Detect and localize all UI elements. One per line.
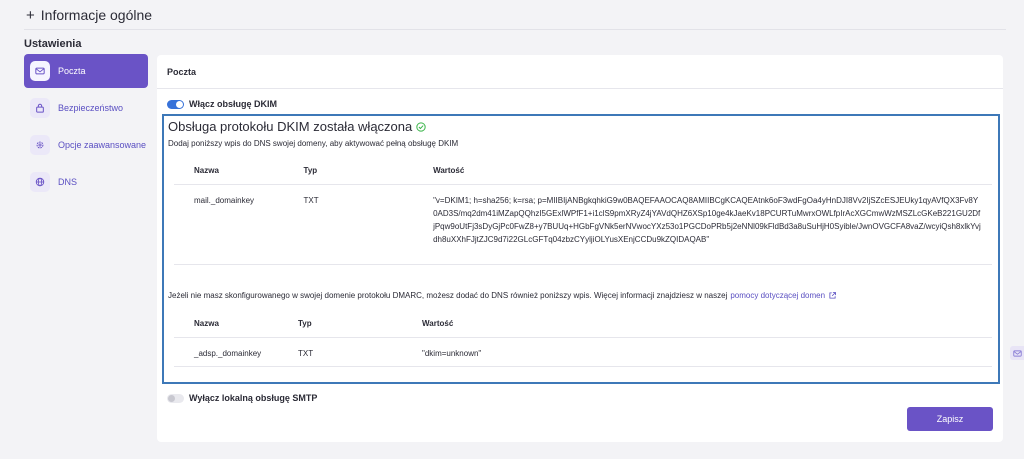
settings-sidebar: Poczta Bezpieczeństwo Opcje zaawansowane… bbox=[24, 54, 148, 202]
sidebar-item-label: Poczta bbox=[58, 66, 86, 76]
dkim-toggle[interactable] bbox=[167, 99, 184, 109]
settings-heading: Ustawienia bbox=[24, 38, 82, 50]
smtp-toggle-row[interactable]: Wyłącz lokalną obsługę SMTP bbox=[167, 393, 317, 403]
sidebar-item-label: DNS bbox=[58, 177, 78, 187]
smtp-toggle-label: Wyłącz lokalną obsługę SMTP bbox=[189, 393, 318, 403]
dkim-status-title: Obsługa protokołu DKIM została włączona bbox=[168, 119, 426, 134]
column-header-value: Wartość bbox=[422, 311, 992, 338]
record-value[interactable]: "v=DKIM1; h=sha256; k=rsa; p=MIIBIjANBgk… bbox=[433, 184, 992, 265]
table-row: mail._domainkey TXT "v=DKIM1; h=sha256; … bbox=[174, 184, 992, 265]
record-type: TXT bbox=[303, 184, 434, 265]
mail-settings-card: Poczta Włącz obsługę DKIM Obsługa protok… bbox=[157, 55, 1003, 442]
dkim-toggle-row[interactable]: Włącz obsługę DKIM bbox=[167, 99, 277, 109]
record-type: TXT bbox=[298, 337, 422, 367]
column-header-type: Typ bbox=[303, 158, 434, 185]
mail-icon bbox=[30, 61, 50, 81]
dkim-records-table: Nazwa Typ Wartość mail._domainkey TXT "v… bbox=[174, 158, 992, 265]
column-header-type: Typ bbox=[298, 311, 422, 338]
page-header: + Informacje ogólne bbox=[0, 0, 1024, 30]
record-name[interactable]: _adsp._domainkey bbox=[174, 337, 298, 367]
card-title: Poczta bbox=[157, 55, 1003, 89]
globe-icon bbox=[30, 172, 50, 192]
save-button[interactable]: Zapisz bbox=[907, 407, 993, 431]
side-panel-tab[interactable] bbox=[1010, 346, 1024, 360]
lock-icon bbox=[30, 98, 50, 118]
sidebar-item-dns[interactable]: DNS bbox=[24, 165, 148, 199]
dmarc-records-table: Nazwa Typ Wartość _adsp._domainkey TXT "… bbox=[174, 311, 992, 367]
external-link-icon[interactable] bbox=[828, 291, 837, 300]
sidebar-item-mail[interactable]: Poczta bbox=[24, 54, 148, 88]
smtp-toggle[interactable] bbox=[167, 393, 184, 403]
domain-help-link[interactable]: pomocy dotyczącej domen bbox=[730, 291, 825, 300]
record-value[interactable]: "dkim=unknown" bbox=[422, 337, 992, 367]
gear-icon bbox=[30, 135, 50, 155]
sidebar-item-security[interactable]: Bezpieczeństwo bbox=[24, 91, 148, 125]
dmarc-info: Jeżeli nie masz skonfigurowanego w swoje… bbox=[168, 291, 837, 300]
page-title[interactable]: Informacje ogólne bbox=[41, 7, 152, 23]
expand-icon[interactable]: + bbox=[26, 7, 35, 24]
check-circle-icon bbox=[416, 121, 426, 132]
header-divider bbox=[24, 29, 1006, 30]
dkim-info-box: Obsługa protokołu DKIM została włączona … bbox=[162, 114, 1000, 384]
dkim-description: Dodaj poniższy wpis do DNS swojej domeny… bbox=[168, 139, 459, 148]
dmarc-info-text: Jeżeli nie masz skonfigurowanego w swoje… bbox=[168, 291, 728, 300]
table-row: _adsp._domainkey TXT "dkim=unknown" bbox=[174, 337, 992, 367]
sidebar-item-label: Opcje zaawansowane bbox=[58, 140, 147, 150]
sidebar-item-advanced[interactable]: Opcje zaawansowane bbox=[24, 128, 148, 162]
dkim-status-text: Obsługa protokołu DKIM została włączona bbox=[168, 119, 413, 134]
sidebar-item-label: Bezpieczeństwo bbox=[58, 103, 124, 113]
dkim-toggle-label: Włącz obsługę DKIM bbox=[189, 99, 278, 109]
record-name[interactable]: mail._domainkey bbox=[174, 184, 304, 265]
column-header-value: Wartość bbox=[433, 158, 992, 185]
column-header-name: Nazwa bbox=[174, 158, 304, 185]
mail-icon bbox=[1012, 349, 1022, 357]
column-header-name: Nazwa bbox=[174, 311, 298, 338]
